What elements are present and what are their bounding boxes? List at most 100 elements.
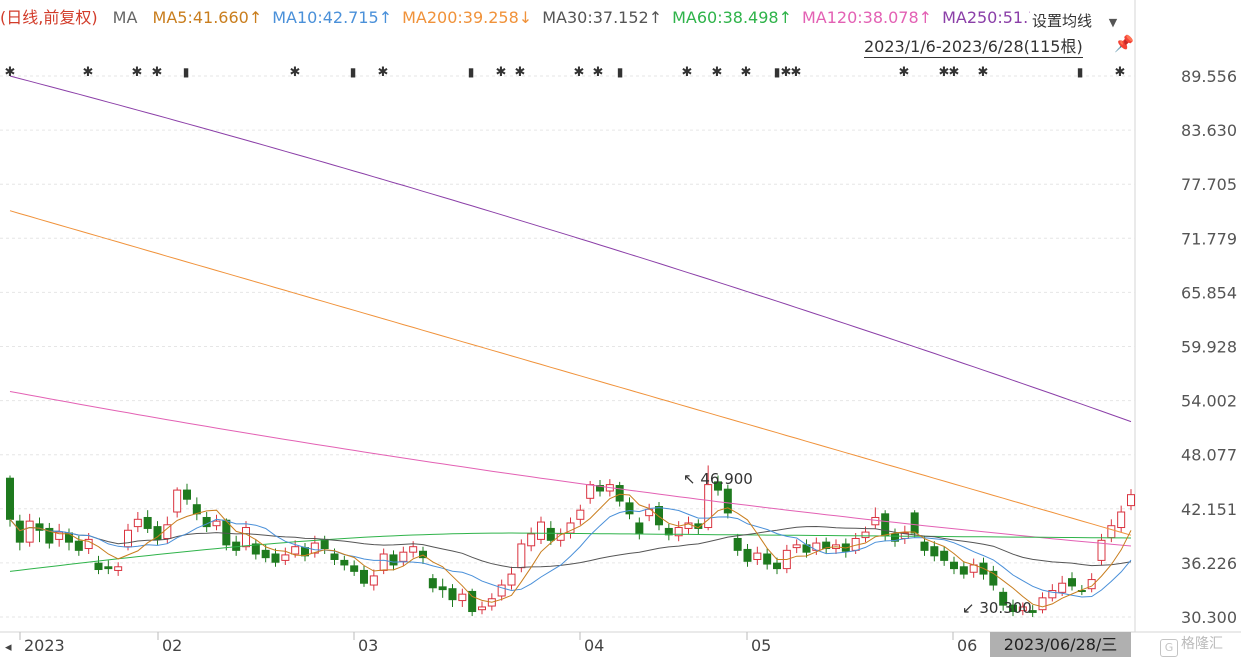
watermark-text: 格隆汇 xyxy=(1181,636,1223,652)
y-tick-label: 59.928 xyxy=(1181,338,1237,357)
event-bar-icon: ▮ xyxy=(774,65,781,79)
candle-down xyxy=(959,566,968,575)
event-star-icon: ✱ xyxy=(791,65,802,80)
candle-up xyxy=(173,489,182,513)
candle-down xyxy=(930,546,939,557)
candle-down xyxy=(271,553,280,563)
candle-down xyxy=(881,513,890,537)
candle-up xyxy=(369,575,378,586)
event-star-icon: ✱ xyxy=(712,65,723,80)
event-star-icon: ✱ xyxy=(5,65,16,80)
event-bar-icon: ▮ xyxy=(1077,65,1084,79)
candle-down xyxy=(940,550,949,561)
event-star-icon: ✱ xyxy=(152,65,163,80)
candle-down xyxy=(340,559,349,566)
event-star-icon: ✱ xyxy=(83,65,94,80)
y-tick-label: 42.151 xyxy=(1181,500,1237,519)
event-star-icon: ✱ xyxy=(682,65,693,80)
x-tick-label: 05 xyxy=(751,636,771,655)
candle-down xyxy=(950,561,958,570)
y-tick-label: 83.630 xyxy=(1181,121,1237,140)
event-bar-icon: ▮ xyxy=(183,65,190,79)
candle-up xyxy=(281,554,290,561)
candle-down xyxy=(920,541,929,551)
candle-down xyxy=(428,578,437,589)
candle-down xyxy=(615,485,624,502)
candle-up xyxy=(1058,582,1067,593)
candle-up xyxy=(527,533,536,547)
candle-up xyxy=(291,546,300,555)
event-star-icon: ✱ xyxy=(132,65,143,80)
event-star-icon: ✱ xyxy=(378,65,389,80)
candle-down xyxy=(773,562,781,570)
ma-line-ma200 xyxy=(9,210,1132,536)
candle-up xyxy=(576,509,585,520)
event-bar-icon: ▮ xyxy=(350,65,357,79)
candle-up xyxy=(478,606,486,611)
candle-up xyxy=(399,551,408,562)
candle-down xyxy=(655,506,663,526)
y-tick-label: 36.226 xyxy=(1181,554,1237,573)
candle-up xyxy=(537,521,545,540)
candle-down xyxy=(15,520,24,543)
candle-down xyxy=(261,549,270,559)
candle-down xyxy=(143,516,152,529)
event-star-icon: ✱ xyxy=(593,65,604,80)
candle-down xyxy=(546,527,555,541)
y-tick-label: 71.779 xyxy=(1181,229,1237,248)
candle-down xyxy=(910,512,919,534)
candle-down xyxy=(763,553,772,565)
event-bar-icon: ▮ xyxy=(468,65,475,79)
candle-down xyxy=(448,588,457,601)
event-star-icon: ✱ xyxy=(290,65,301,80)
candle-down xyxy=(1068,578,1076,587)
y-tick-label: 48.077 xyxy=(1181,446,1237,465)
low-annotation: ↙ 30.300 xyxy=(962,599,1032,617)
event-star-icon: ✱ xyxy=(949,65,960,80)
scroll-left-arrow-icon[interactable]: ◂ xyxy=(5,640,12,655)
candle-down xyxy=(350,565,359,572)
y-tick-label: 54.002 xyxy=(1181,392,1237,411)
candle-down xyxy=(94,562,103,571)
candle-up xyxy=(753,552,762,560)
candle-down xyxy=(330,553,339,560)
candle-down xyxy=(65,532,73,543)
candle-down xyxy=(360,569,368,584)
x-tick-label: 02 xyxy=(162,636,182,655)
event-bar-icon: ▮ xyxy=(617,65,624,79)
candle-down xyxy=(74,540,83,551)
candle-up xyxy=(114,566,123,571)
candle-up xyxy=(507,573,516,586)
candle-down xyxy=(635,522,644,535)
candle-up xyxy=(586,484,595,499)
x-tick-label: 04 xyxy=(584,636,604,655)
candle-up xyxy=(409,546,418,553)
candlestick-chart[interactable]: 89.556 83.630 77.705 71.779 65.854 59.928 54.0… xyxy=(0,0,1241,657)
event-star-icon: ✱ xyxy=(741,65,752,80)
event-star-icon: ✱ xyxy=(515,65,526,80)
event-star-icon: ✱ xyxy=(978,65,989,80)
candle-up xyxy=(124,529,132,548)
candle-down xyxy=(183,489,191,500)
current-date-badge: 2023/06/28/三 xyxy=(990,632,1131,657)
x-tick-label: 03 xyxy=(358,636,378,655)
candle-up xyxy=(458,593,467,602)
candle-up xyxy=(517,543,526,569)
candle-up xyxy=(1117,511,1126,529)
high-annotation: ↖ 46.900 xyxy=(683,470,753,488)
candle-up xyxy=(1038,597,1047,611)
candle-down xyxy=(625,502,634,515)
y-tick-label: 77.705 xyxy=(1181,175,1237,194)
x-tick-label: 06 xyxy=(957,636,977,655)
event-star-icon: ✱ xyxy=(899,65,910,80)
event-star-icon: ✱ xyxy=(574,65,585,80)
candle-up xyxy=(861,531,870,539)
y-tick-label: 30.300 xyxy=(1181,608,1237,627)
candle-up xyxy=(242,527,250,548)
candle-up xyxy=(133,518,142,528)
candle-up xyxy=(379,553,388,571)
candle-down xyxy=(153,526,162,540)
watermark-logo-icon: G xyxy=(1160,639,1178,657)
candle-up xyxy=(792,544,801,549)
candle-up xyxy=(25,520,34,543)
